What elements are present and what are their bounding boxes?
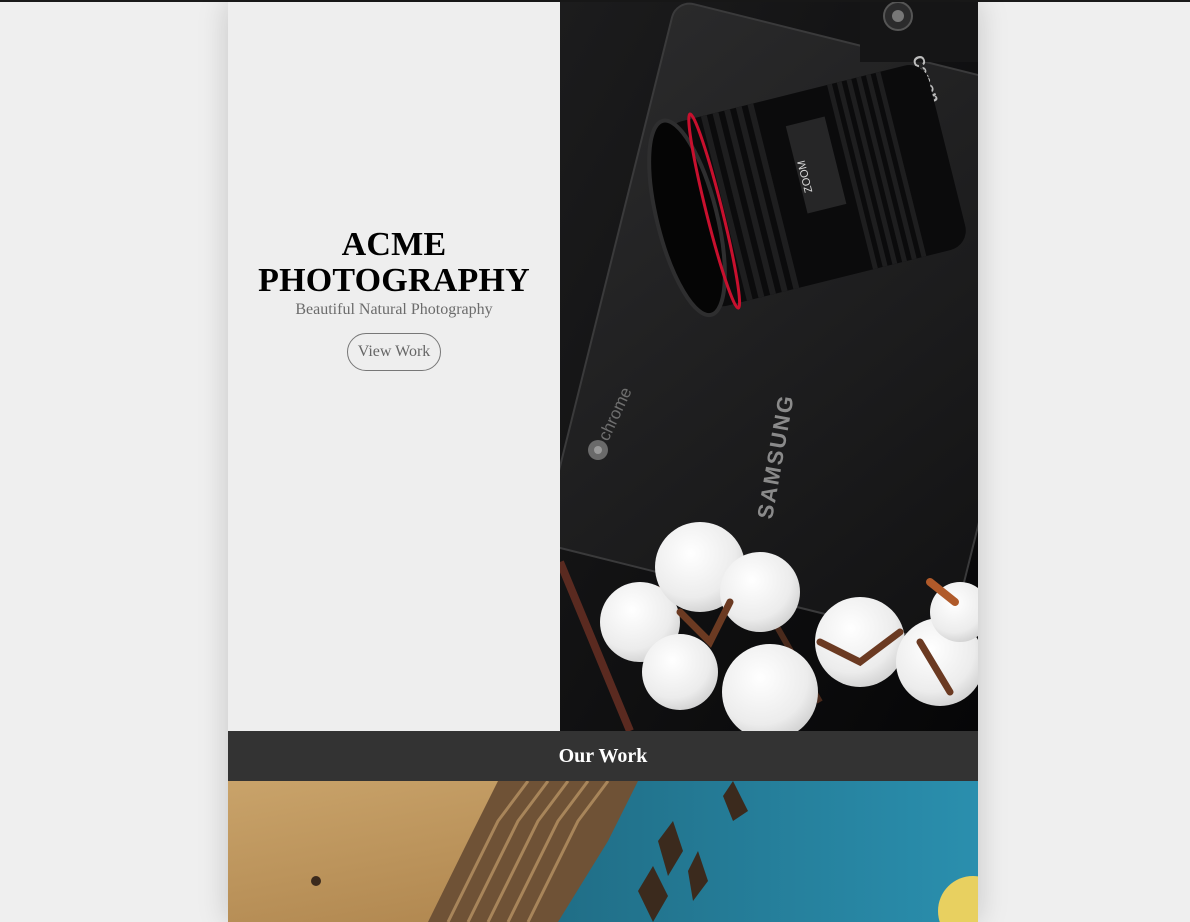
section-title: Our Work <box>558 744 648 767</box>
hero-text-panel: ACME PHOTOGRAPHY Beautiful Natural Photo… <box>228 2 560 731</box>
site-title: ACME PHOTOGRAPHY <box>258 226 530 299</box>
our-work-header: Our Work <box>228 731 978 781</box>
hero-section: ACME PHOTOGRAPHY Beautiful Natural Photo… <box>228 2 978 731</box>
view-work-button[interactable]: View Work <box>346 333 442 371</box>
brand-block: ACME PHOTOGRAPHY Beautiful Natural Photo… <box>228 227 560 371</box>
site-tagline: Beautiful Natural Photography <box>295 301 493 318</box>
hero-camera-photo: chrome SAMSUNG Canon <box>560 2 978 731</box>
page-container: ACME PHOTOGRAPHY Beautiful Natural Photo… <box>228 2 978 922</box>
work-gallery-photo <box>228 781 978 922</box>
